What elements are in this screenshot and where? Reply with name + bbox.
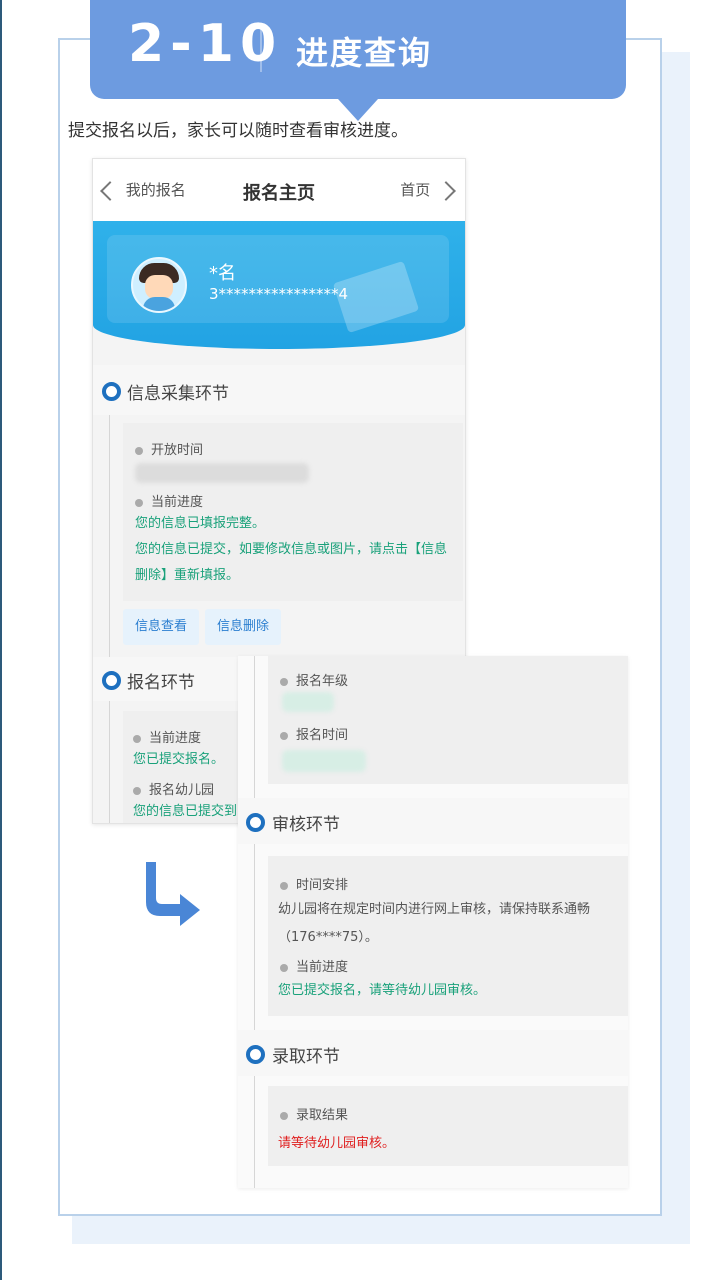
info-status-submitted-line1: 您的信息已提交，如要修改信息或图片，请点击【信息 bbox=[135, 542, 448, 557]
progress-label: 当前进度 bbox=[135, 491, 203, 510]
section-title-signup: 报名环节 bbox=[127, 673, 195, 693]
banner-separator bbox=[260, 26, 262, 72]
back-button[interactable]: 我的报名 bbox=[100, 179, 186, 201]
timeline-dot-icon bbox=[102, 671, 121, 690]
section-title-admission: 录取环节 bbox=[272, 1047, 340, 1067]
home-button[interactable]: 首页 bbox=[400, 179, 456, 201]
section-title-review: 审核环节 bbox=[272, 815, 340, 835]
step-title: 进度查询 bbox=[296, 34, 433, 72]
signup-progress-value: 您已提交报名。 bbox=[133, 752, 225, 767]
step-banner: 2-10 进度查询 bbox=[90, 0, 626, 99]
intro-text: 提交报名以后，家长可以随时查看审核进度。 bbox=[68, 121, 408, 141]
avatar bbox=[131, 257, 187, 313]
section-header-admission: 录取环节 bbox=[238, 1030, 628, 1076]
schedule-line2: （176****75）。 bbox=[278, 930, 378, 945]
left-edge-line bbox=[0, 0, 2, 1280]
timeline-line bbox=[254, 656, 255, 1188]
admission-result-value: 请等待幼儿园审核。 bbox=[278, 1136, 396, 1151]
back-label: 我的报名 bbox=[125, 181, 186, 199]
chevron-right-icon bbox=[436, 180, 456, 201]
section-title-info: 信息采集环节 bbox=[127, 384, 229, 404]
delete-info-button[interactable]: 信息删除 bbox=[205, 609, 282, 645]
section-header-info: 信息采集环节 bbox=[93, 365, 465, 415]
document-illustration-icon bbox=[332, 260, 420, 334]
review-progress-value: 您已提交报名，请等待幼儿园审核。 bbox=[278, 983, 487, 998]
admission-detail-box: 录取结果 请等待幼儿园审核。 bbox=[268, 1086, 628, 1166]
timeline-dot-icon bbox=[102, 382, 121, 401]
signup-progress-label: 当前进度 bbox=[133, 727, 201, 746]
home-label: 首页 bbox=[400, 181, 431, 199]
nav-bar: 我的报名 报名主页 首页 bbox=[93, 159, 465, 221]
kindergarten-value: 您的信息已提交到 bbox=[133, 804, 238, 819]
signup-detail-box: 当前进度 您已提交报名。 报名幼儿园 您的信息已提交到 bbox=[123, 711, 238, 823]
admission-result-label: 录取结果 bbox=[280, 1104, 348, 1123]
timeline-dot-icon bbox=[246, 1045, 265, 1064]
signup-info-box: 报名年级 报名时间 bbox=[268, 656, 628, 784]
signup-time-redacted bbox=[282, 750, 366, 772]
info-status-complete: 您的信息已填报完整。 bbox=[135, 516, 266, 531]
schedule-label: 时间安排 bbox=[280, 874, 348, 893]
section-header-review: 审核环节 bbox=[238, 798, 628, 844]
phone-screenshot-detail: 报名年级 报名时间 审核环节 时间安排 幼儿园将在规定时间内进行网上审核，请保持… bbox=[238, 656, 628, 1188]
open-time-label: 开放时间 bbox=[135, 439, 203, 458]
timeline-line bbox=[109, 415, 110, 823]
grade-redacted bbox=[282, 692, 334, 712]
chevron-left-icon bbox=[100, 180, 120, 201]
timeline-dot-icon bbox=[246, 813, 265, 832]
curved-arrow-icon bbox=[146, 862, 200, 926]
page-title: 报名主页 bbox=[243, 183, 315, 204]
child-name: *名 bbox=[209, 263, 236, 284]
info-detail-box: 开放时间 当前进度 您的信息已填报完整。 您的信息已提交，如要修改信息或图片，请… bbox=[123, 423, 463, 601]
child-id-number: 3****************4 bbox=[209, 285, 349, 303]
info-status-submitted-line2: 删除】重新填报。 bbox=[135, 568, 240, 583]
section-header-signup: 报名环节 bbox=[93, 657, 238, 701]
review-progress-label: 当前进度 bbox=[280, 956, 348, 975]
schedule-line1: 幼儿园将在规定时间内进行网上审核，请保持联系通畅 bbox=[278, 902, 591, 917]
kindergarten-label: 报名幼儿园 bbox=[133, 779, 214, 798]
review-detail-box: 时间安排 幼儿园将在规定时间内进行网上审核，请保持联系通畅 （176****75… bbox=[268, 856, 628, 1016]
open-time-redacted bbox=[135, 463, 309, 483]
profile-card: *名 3****************4 bbox=[107, 235, 449, 334]
signup-time-label: 报名时间 bbox=[280, 724, 348, 743]
profile-header: *名 3****************4 bbox=[93, 221, 465, 349]
view-info-button[interactable]: 信息查看 bbox=[123, 609, 200, 645]
grade-label: 报名年级 bbox=[280, 670, 348, 689]
